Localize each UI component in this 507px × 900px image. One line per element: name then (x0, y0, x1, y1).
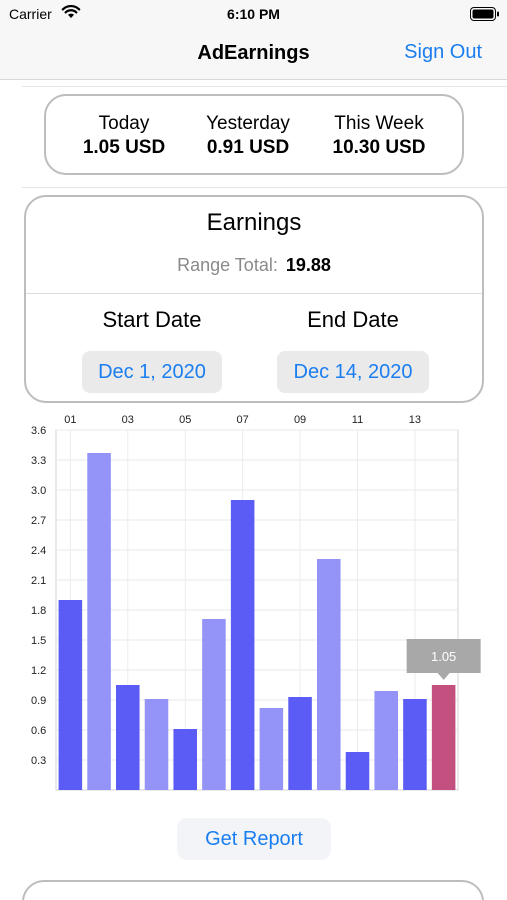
battery-icon (470, 7, 500, 26)
range-total-label: Range Total: (177, 255, 278, 275)
x-tick-label: 13 (409, 414, 421, 426)
y-tick-label: 1.8 (31, 605, 46, 617)
summary-card: Today 1.05 USD Yesterday 0.91 USD This W… (44, 94, 464, 175)
chart-bar (58, 600, 83, 790)
earnings-bar-chart: 0.3 0.6 0.9 1.2 1.5 1.8 2.1 2.4 2.7 3.0 3.3 3.6 01 03… (0, 405, 507, 800)
today-value: 1.05 USD (82, 137, 166, 158)
x-tick-label: 09 (294, 414, 306, 426)
chart-bar (288, 697, 312, 790)
y-tick-label: 0.6 (31, 725, 46, 737)
bottom-card (22, 880, 484, 900)
summary-today: Today 1.05 USD (54, 112, 194, 160)
x-tick-label: 07 (237, 414, 249, 426)
chart-bar (230, 500, 255, 790)
chart-bar (173, 729, 197, 790)
chart-bar (144, 699, 169, 790)
y-tick-label: 1.2 (31, 665, 46, 677)
x-tick-label: 01 (64, 414, 76, 426)
y-tick-label: 0.9 (31, 695, 46, 707)
x-tick-label: 11 (352, 414, 363, 426)
y-tick-label: 2.4 (31, 545, 46, 557)
end-date-label: End Date (307, 307, 399, 332)
y-tick-label: 2.7 (31, 515, 46, 527)
x-tick-label: 05 (179, 414, 191, 426)
y-tick-label: 3.0 (31, 485, 46, 497)
chart-bar (116, 685, 140, 790)
yesterday-value: 0.91 USD (206, 137, 290, 158)
navigation-bar: AdEarnings Sign Out (0, 30, 507, 80)
x-tick-label: 03 (122, 414, 134, 426)
divider (22, 187, 507, 188)
divider (22, 86, 507, 87)
sign-out-button[interactable]: Sign Out (404, 41, 482, 64)
start-date-picker[interactable]: Dec 1, 2020 (82, 351, 222, 393)
status-bar: Carrier 6:10 PM (0, 0, 507, 30)
y-tick-label: 2.1 (31, 575, 46, 587)
chart-bar (259, 708, 284, 790)
chart-bar (317, 559, 341, 790)
chart-bar (403, 699, 427, 790)
summary-week: This Week 10.30 USD (309, 112, 449, 160)
y-tick-label: 3.3 (31, 455, 46, 467)
end-date-picker[interactable]: Dec 14, 2020 (277, 351, 429, 393)
get-report-button[interactable]: Get Report (177, 818, 331, 860)
earnings-card: Earnings Range Total: 19.88 Start Date En… (24, 195, 484, 403)
range-total-row: Range Total: 19.88 (26, 255, 482, 276)
status-time: 6:10 PM (227, 6, 280, 22)
y-tick-label: 1.5 (31, 635, 46, 647)
y-tick-label: 0.3 (31, 755, 46, 767)
y-tick-label: 3.6 (31, 425, 46, 437)
chart-bar (202, 619, 226, 790)
summary-yesterday: Yesterday 0.91 USD (178, 112, 318, 160)
yesterday-label: Yesterday (206, 113, 290, 134)
chart-bar (87, 453, 111, 790)
week-label: This Week (334, 113, 424, 134)
card-divider (26, 293, 482, 294)
tooltip-label: 1.05 (431, 649, 456, 664)
chart-canvas: 0.3 0.6 0.9 1.2 1.5 1.8 2.1 2.4 2.7 3.0 3.3 3.6 01 03… (31, 414, 481, 791)
start-date-label: Start Date (102, 307, 202, 332)
today-label: Today (98, 113, 150, 134)
chart-bar (431, 685, 456, 790)
earnings-title: Earnings (206, 209, 302, 236)
range-total-value: 19.88 (285, 255, 331, 275)
week-value: 10.30 USD (332, 137, 426, 158)
chart-bar (345, 752, 370, 790)
chart-bar (374, 691, 398, 790)
